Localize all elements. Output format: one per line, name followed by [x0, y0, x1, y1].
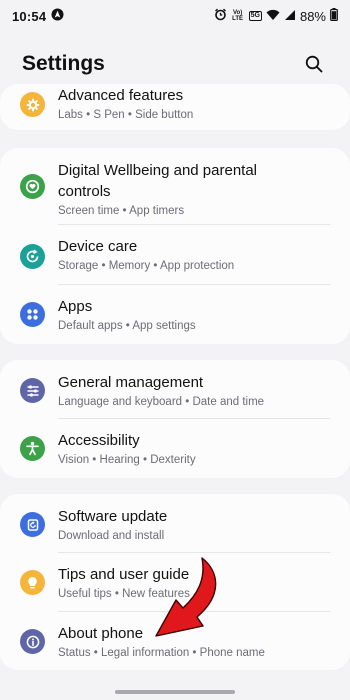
settings-screen: 10:54 Vo) LTE 5G 88% Settings Advanced f…	[0, 0, 350, 700]
setting-subtitle: Status • Legal information • Phone name	[58, 647, 265, 659]
setting-device-care[interactable]: Device care Storage • Memory • App prote…	[0, 236, 350, 275]
setting-subtitle: Labs • S Pen • Side button	[58, 109, 194, 121]
search-button[interactable]	[300, 50, 328, 78]
status-bar: 10:54 Vo) LTE 5G 88%	[0, 0, 350, 32]
setting-subtitle: Storage • Memory • App protection	[58, 260, 235, 272]
divider	[58, 284, 330, 285]
search-icon	[305, 55, 323, 73]
network-type-badge: 5G	[248, 11, 262, 21]
setting-advanced-features[interactable]: Advanced features Labs • S Pen • Side bu…	[0, 84, 350, 124]
page-title: Settings	[22, 52, 105, 75]
setting-subtitle: Language and keyboard • Date and time	[58, 396, 265, 408]
settings-group-4: Software update Download and install Tip…	[0, 494, 350, 670]
setting-subtitle: Useful tips • New features	[58, 588, 190, 600]
status-time: 10:54	[12, 8, 47, 24]
divider	[58, 552, 330, 553]
battery-icon	[330, 8, 338, 24]
header: Settings	[0, 46, 350, 82]
setting-title: Apps	[58, 298, 93, 315]
setting-title: Digital Wellbeing and parental controls	[58, 162, 258, 200]
apps-grid-icon	[20, 302, 45, 327]
setting-title: General management	[58, 374, 204, 391]
setting-title: Advanced features	[58, 87, 184, 104]
wifi-icon	[266, 9, 280, 24]
setting-subtitle: Screen time • App timers	[58, 205, 185, 217]
setting-title: Software update	[58, 508, 168, 525]
home-indicator[interactable]	[115, 690, 235, 694]
setting-apps[interactable]: Apps Default apps • App settings	[0, 296, 350, 335]
signal-icon	[284, 9, 296, 24]
divider	[58, 224, 330, 225]
setting-about-phone[interactable]: About phone Status • Legal information •…	[0, 623, 350, 662]
navigation-status-icon	[51, 8, 64, 24]
divider	[58, 611, 330, 612]
settings-group-3: General management Language and keyboard…	[0, 360, 350, 478]
sliders-icon	[20, 378, 45, 403]
setting-software-update[interactable]: Software update Download and install	[0, 506, 350, 545]
lightbulb-icon	[20, 570, 45, 595]
setting-accessibility[interactable]: Accessibility Vision • Hearing • Dexteri…	[0, 430, 350, 469]
setting-title: Accessibility	[58, 432, 140, 449]
info-icon	[20, 629, 45, 654]
volte-label: Vo) LTE	[232, 10, 244, 22]
setting-tips-user-guide[interactable]: Tips and user guide Useful tips • New fe…	[0, 564, 350, 603]
setting-subtitle: Download and install	[58, 530, 165, 542]
settings-group-2: Digital Wellbeing and parental controls …	[0, 148, 350, 344]
setting-general-management[interactable]: General management Language and keyboard…	[0, 372, 350, 411]
setting-title: About phone	[58, 625, 144, 642]
setting-title: Device care	[58, 238, 138, 255]
update-icon	[20, 512, 45, 537]
heart-circle-icon	[20, 174, 45, 199]
setting-subtitle: Default apps • App settings	[58, 320, 196, 332]
setting-title: Tips and user guide	[58, 566, 190, 583]
battery-percent: 88%	[299, 8, 326, 24]
setting-digital-wellbeing[interactable]: Digital Wellbeing and parental controls …	[0, 160, 350, 220]
star-gear-icon	[20, 92, 45, 117]
settings-group-1: Advanced features Labs • S Pen • Side bu…	[0, 84, 350, 130]
setting-subtitle: Vision • Hearing • Dexterity	[58, 454, 196, 466]
device-care-icon	[20, 244, 45, 269]
accessibility-icon	[20, 436, 45, 461]
divider	[58, 418, 330, 419]
alarm-icon	[214, 8, 227, 24]
